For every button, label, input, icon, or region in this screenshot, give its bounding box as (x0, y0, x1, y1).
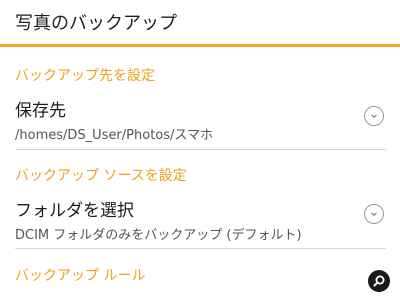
destination-path: /homes/DS_User/Photos/スマホ (15, 128, 214, 143)
section-title-rules: バックアップ ルール (15, 268, 146, 284)
section-title-destination: バックアップ先を設定 (15, 68, 155, 84)
page-title: 写真のバックアップ (15, 13, 177, 34)
destination-row[interactable]: 保存先 /homes/DS_User/Photos/スマホ (15, 96, 386, 150)
destination-title: 保存先 (15, 101, 66, 121)
chevron-down-icon (364, 204, 384, 224)
section-title-source: バックアップ ソースを設定 (15, 168, 187, 184)
chevron-down-icon (364, 106, 384, 126)
folder-select-description: DCIM フォルダのみをバックアップ (デフォルト) (15, 228, 302, 243)
magnifier-button[interactable] (368, 270, 390, 292)
app-header: 写真のバックアップ (0, 0, 400, 47)
magnifier-icon (373, 275, 385, 287)
folder-select-title: フォルダを選択 (15, 201, 134, 221)
folder-select-row[interactable]: フォルダを選択 DCIM フォルダのみをバックアップ (デフォルト) (15, 196, 386, 249)
